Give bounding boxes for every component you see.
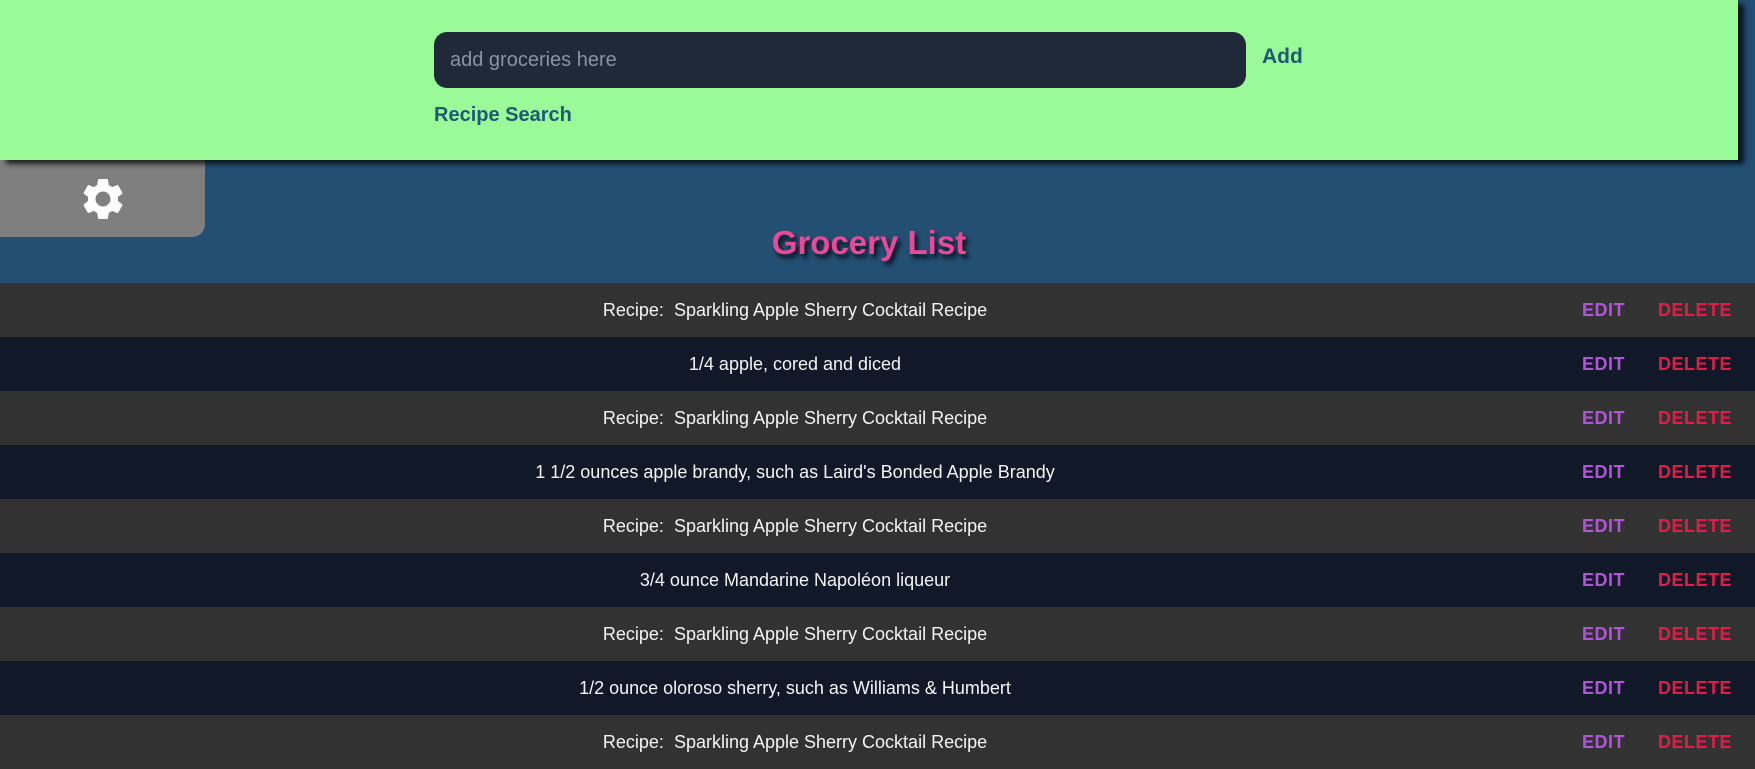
item-text: Recipe: Sparkling Apple Sherry Cocktail … bbox=[602, 407, 988, 428]
edit-button[interactable]: EDIT bbox=[1582, 732, 1625, 753]
grocery-list: Recipe: Sparkling Apple Sherry Cocktail … bbox=[0, 283, 1755, 769]
gear-icon bbox=[83, 178, 122, 219]
list-item: Recipe: Sparkling Apple Sherry Cocktail … bbox=[0, 283, 1755, 337]
edit-button[interactable]: EDIT bbox=[1582, 408, 1625, 429]
delete-button[interactable]: DELETE bbox=[1658, 354, 1732, 375]
item-text: 3/4 ounce Mandarine Napoléon liqueur bbox=[639, 569, 951, 590]
edit-button[interactable]: EDIT bbox=[1582, 462, 1625, 483]
list-item: Recipe: Sparkling Apple Sherry Cocktail … bbox=[0, 607, 1755, 661]
item-text: Recipe: Sparkling Apple Sherry Cocktail … bbox=[602, 623, 988, 644]
delete-button[interactable]: DELETE bbox=[1658, 516, 1732, 537]
item-text: Recipe: Sparkling Apple Sherry Cocktail … bbox=[602, 515, 988, 536]
item-text: Recipe: Sparkling Apple Sherry Cocktail … bbox=[602, 299, 988, 320]
grocery-input[interactable] bbox=[434, 32, 1246, 88]
delete-button[interactable]: DELETE bbox=[1658, 408, 1732, 429]
item-text: 1 1/2 ounces apple brandy, such as Laird… bbox=[535, 461, 1055, 482]
edit-button[interactable]: EDIT bbox=[1582, 516, 1625, 537]
settings-button[interactable] bbox=[0, 160, 205, 237]
edit-button[interactable]: EDIT bbox=[1582, 354, 1625, 375]
delete-button[interactable]: DELETE bbox=[1658, 732, 1732, 753]
delete-button[interactable]: DELETE bbox=[1658, 300, 1732, 321]
item-text: Recipe: Sparkling Apple Sherry Cocktail … bbox=[602, 731, 988, 752]
delete-button[interactable]: DELETE bbox=[1658, 462, 1732, 483]
edit-button[interactable]: EDIT bbox=[1582, 570, 1625, 591]
delete-button[interactable]: DELETE bbox=[1658, 678, 1732, 699]
edit-button[interactable]: EDIT bbox=[1582, 678, 1625, 699]
recipe-search-link[interactable]: Recipe Search bbox=[434, 104, 572, 127]
edit-button[interactable]: EDIT bbox=[1582, 300, 1625, 321]
delete-button[interactable]: DELETE bbox=[1658, 570, 1732, 591]
edit-button[interactable]: EDIT bbox=[1582, 624, 1625, 645]
list-item: 3/4 ounce Mandarine Napoléon liqueur EDI… bbox=[0, 553, 1755, 607]
add-button[interactable]: Add bbox=[1262, 45, 1303, 69]
list-item: Recipe: Sparkling Apple Sherry Cocktail … bbox=[0, 499, 1755, 553]
list-item: 1/2 ounce oloroso sherry, such as Willia… bbox=[0, 661, 1755, 715]
list-item: Recipe: Sparkling Apple Sherry Cocktail … bbox=[0, 715, 1755, 769]
item-text: 1/4 apple, cored and diced bbox=[688, 353, 902, 374]
item-text: 1/2 ounce oloroso sherry, such as Willia… bbox=[579, 677, 1011, 698]
list-item: 1/4 apple, cored and diced EDIT DELETE bbox=[0, 337, 1755, 391]
delete-button[interactable]: DELETE bbox=[1658, 624, 1732, 645]
page-title: Grocery List bbox=[771, 224, 967, 261]
list-item: 1 1/2 ounces apple brandy, such as Laird… bbox=[0, 445, 1755, 499]
list-item: Recipe: Sparkling Apple Sherry Cocktail … bbox=[0, 391, 1755, 445]
top-panel: Add Recipe Search bbox=[0, 0, 1738, 160]
